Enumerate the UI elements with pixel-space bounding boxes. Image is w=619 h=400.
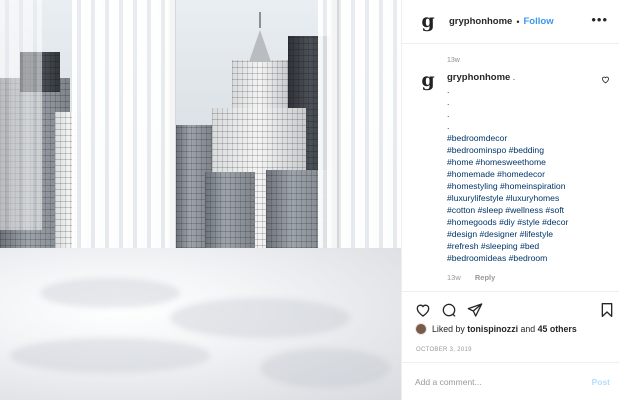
post-time-top: 13w	[447, 57, 460, 64]
follow-button[interactable]: Follow	[524, 16, 554, 27]
avatar[interactable]: g	[416, 9, 440, 34]
curtain	[72, 0, 176, 290]
caption-line: .	[447, 85, 450, 95]
hashtag-line[interactable]: #home #homesweethome	[447, 156, 607, 168]
caption-time: 13w	[447, 273, 461, 282]
caption-line: .	[447, 121, 450, 131]
sheet-fold	[170, 298, 350, 338]
building-spire	[259, 12, 261, 28]
hashtag-line[interactable]: #refresh #sleeping #bed	[447, 240, 607, 252]
bed-sheets	[0, 248, 401, 400]
likes-text: Liked by tonispinozzi and 45 others	[432, 324, 577, 334]
curtain	[0, 0, 42, 230]
action-bar	[402, 291, 619, 325]
reply-button[interactable]: Reply	[475, 273, 495, 282]
caption-body: gryphonhome . . . . . #bedroomdecor #bed…	[447, 71, 607, 264]
author-handle[interactable]: gryphonhome	[449, 16, 512, 27]
sheet-fold	[40, 278, 180, 308]
hashtag-line[interactable]: #bedroomdecor	[447, 132, 607, 144]
post-date[interactable]: OCTOBER 3, 2019	[416, 347, 472, 353]
likes-prefix: Liked by	[432, 324, 468, 334]
sheet-fold	[260, 348, 390, 388]
caption-header: gryphonhome .	[447, 72, 516, 83]
hashtag-line[interactable]: #luxurylifestyle #luxuryhomes	[447, 192, 607, 204]
hashtag-line[interactable]: #homemade #homedecor	[447, 168, 607, 180]
caption-meta: 13w Reply	[447, 273, 507, 282]
caption-line: .	[447, 109, 450, 119]
avatar[interactable]: g	[416, 68, 440, 92]
instagram-post: g gryphonhome • Follow ••• 13w g gryphon…	[0, 0, 619, 400]
comment-bar: Post	[402, 362, 619, 400]
more-options-icon[interactable]: •••	[591, 13, 608, 26]
comment-icon[interactable]	[441, 302, 457, 318]
hashtag-line[interactable]: #design #designer #lifestyle	[447, 228, 607, 240]
building-spire	[249, 30, 271, 62]
post-panel: g gryphonhome • Follow ••• 13w g gryphon…	[401, 0, 619, 400]
post-header: g gryphonhome • Follow •••	[402, 0, 619, 44]
sheet-fold	[10, 338, 210, 373]
hashtag-line[interactable]: #homegoods #diy #style #decor	[447, 216, 607, 228]
likes-summary: Liked by tonispinozzi and 45 others	[415, 323, 577, 335]
caption-line: .	[447, 97, 450, 107]
liker-avatar[interactable]	[415, 323, 427, 335]
heart-icon[interactable]	[415, 302, 431, 318]
likes-middle: and	[518, 324, 538, 334]
hashtag-line[interactable]: #cotton #sleep #wellness #soft	[447, 204, 607, 216]
hashtag-line[interactable]: #bedroomideas #bedroom	[447, 252, 607, 264]
post-comment-button[interactable]: Post	[592, 377, 610, 387]
hashtag-line[interactable]: #bedroominspo #bedding	[447, 144, 607, 156]
separator-dot: •	[516, 16, 520, 27]
share-icon[interactable]	[467, 302, 483, 318]
caption-handle[interactable]: gryphonhome	[447, 72, 510, 83]
post-photo[interactable]	[0, 0, 401, 400]
liker-handle[interactable]: tonispinozzi	[467, 324, 518, 334]
caption-heart-icon[interactable]	[601, 75, 610, 84]
bookmark-icon[interactable]	[599, 302, 615, 318]
comment-input[interactable]	[415, 376, 565, 387]
hashtag-line[interactable]: #homestyling #homeinspiration	[447, 180, 607, 192]
likes-others[interactable]: 45 others	[538, 324, 577, 334]
